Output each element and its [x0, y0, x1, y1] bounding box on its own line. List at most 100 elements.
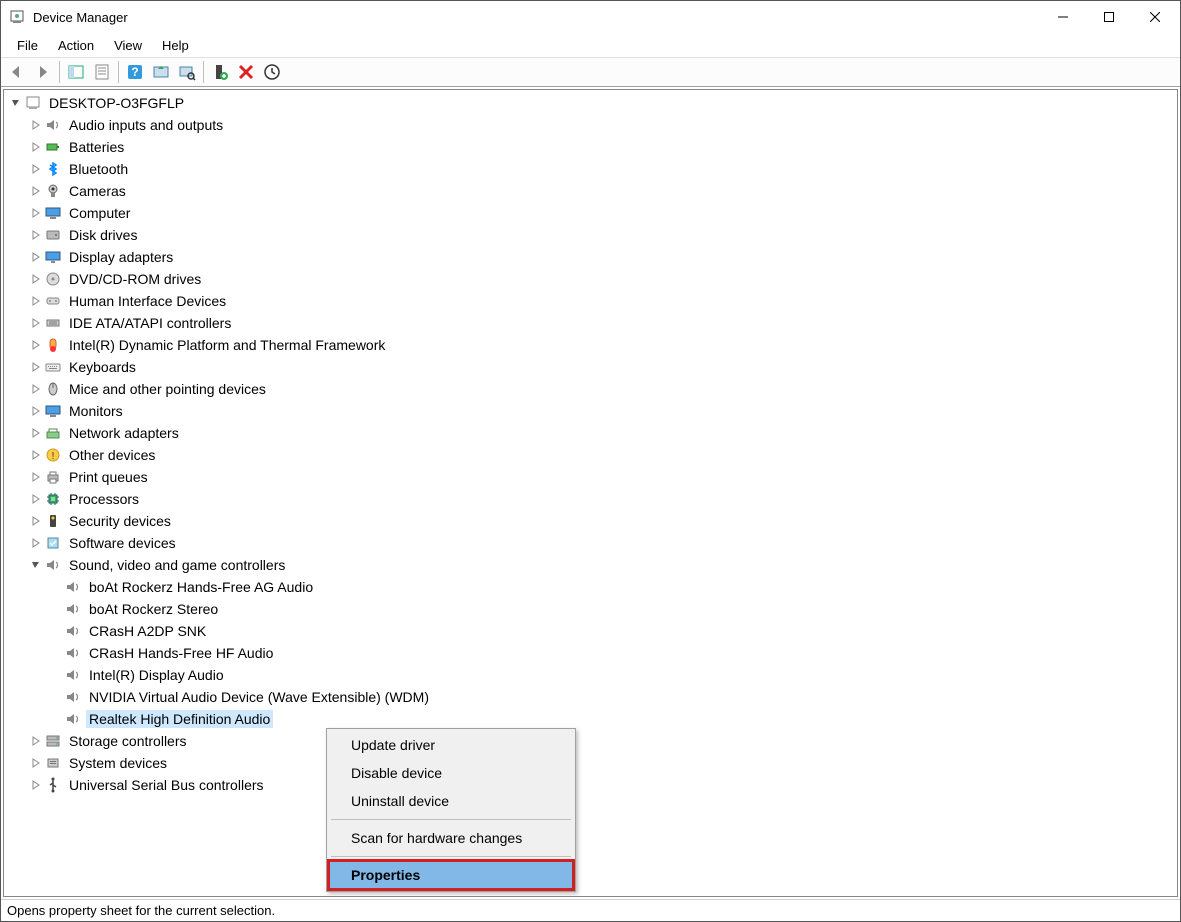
expander-closed-icon[interactable]: [28, 205, 44, 221]
tree-category[interactable]: IDE ATA/ATAPI controllers: [4, 312, 1177, 334]
tree-device[interactable]: boAt Rockerz Stereo: [4, 598, 1177, 620]
expander-closed-icon[interactable]: [28, 381, 44, 397]
tree-category[interactable]: Monitors: [4, 400, 1177, 422]
context-menu-item-properties[interactable]: Properties: [329, 861, 573, 889]
expander-closed-icon[interactable]: [28, 733, 44, 749]
tree-category[interactable]: Batteries: [4, 136, 1177, 158]
expander-open-icon[interactable]: [8, 95, 24, 111]
expander-closed-icon[interactable]: [28, 183, 44, 199]
toolbar-help-button[interactable]: ?: [123, 60, 147, 84]
tree-label: Intel(R) Dynamic Platform and Thermal Fr…: [66, 336, 388, 354]
context-menu-item[interactable]: Update driver: [329, 731, 573, 759]
tree-category[interactable]: System devices: [4, 752, 1177, 774]
context-menu-item[interactable]: Uninstall device: [329, 787, 573, 815]
tree-label: NVIDIA Virtual Audio Device (Wave Extens…: [86, 688, 432, 706]
expander-open-icon[interactable]: [28, 557, 44, 573]
tree-category[interactable]: Security devices: [4, 510, 1177, 532]
minimize-button[interactable]: [1040, 2, 1086, 32]
expander-closed-icon[interactable]: [28, 359, 44, 375]
pc-icon: [24, 94, 42, 112]
expander-closed-icon[interactable]: [28, 249, 44, 265]
tree-label: System devices: [66, 754, 170, 772]
expander-closed-icon[interactable]: [28, 315, 44, 331]
expander-closed-icon[interactable]: [28, 777, 44, 793]
menu-view[interactable]: View: [104, 36, 152, 55]
maximize-button[interactable]: [1086, 2, 1132, 32]
tree-category[interactable]: Display adapters: [4, 246, 1177, 268]
menu-file[interactable]: File: [7, 36, 48, 55]
expander-closed-icon[interactable]: [28, 513, 44, 529]
context-menu-item[interactable]: Disable device: [329, 759, 573, 787]
device-tree-pane[interactable]: DESKTOP-O3FGFLPAudio inputs and outputsB…: [3, 89, 1178, 897]
tree-category[interactable]: Audio inputs and outputs: [4, 114, 1177, 136]
tree-category[interactable]: Print queues: [4, 466, 1177, 488]
tree-category-sound[interactable]: Sound, video and game controllers: [4, 554, 1177, 576]
expander-closed-icon[interactable]: [28, 337, 44, 353]
audio-icon: [64, 600, 82, 618]
toolbar-forward-button[interactable]: [31, 60, 55, 84]
audio-icon: [64, 666, 82, 684]
tree-category[interactable]: Bluetooth: [4, 158, 1177, 180]
tree-category[interactable]: Intel(R) Dynamic Platform and Thermal Fr…: [4, 334, 1177, 356]
tree-category[interactable]: DVD/CD-ROM drives: [4, 268, 1177, 290]
expander-closed-icon[interactable]: [28, 491, 44, 507]
keyboard-icon: [44, 358, 62, 376]
expander-closed-icon[interactable]: [28, 535, 44, 551]
expander-closed-icon[interactable]: [28, 447, 44, 463]
bluetooth-icon: [44, 160, 62, 178]
audio-icon: [64, 688, 82, 706]
expander-closed-icon[interactable]: [28, 403, 44, 419]
toolbar-add-driver-button[interactable]: [208, 60, 232, 84]
monitor-icon: [44, 402, 62, 420]
audio-icon: [64, 710, 82, 728]
svg-text:?: ?: [131, 65, 138, 79]
security-icon: [44, 512, 62, 530]
menu-bar: File Action View Help: [1, 33, 1180, 57]
context-menu-item[interactable]: Scan for hardware changes: [329, 824, 573, 852]
toolbar-show-hide-tree-button[interactable]: [64, 60, 88, 84]
toolbar-enable-disable-button[interactable]: [260, 60, 284, 84]
tree-category[interactable]: Cameras: [4, 180, 1177, 202]
expander-closed-icon[interactable]: [28, 755, 44, 771]
tree-category[interactable]: Storage controllers: [4, 730, 1177, 752]
printer-icon: [44, 468, 62, 486]
expander-closed-icon[interactable]: [28, 117, 44, 133]
expander-closed-icon[interactable]: [28, 469, 44, 485]
tree-device[interactable]: NVIDIA Virtual Audio Device (Wave Extens…: [4, 686, 1177, 708]
toolbar-uninstall-button[interactable]: [234, 60, 258, 84]
expander-closed-icon[interactable]: [28, 293, 44, 309]
expander-closed-icon[interactable]: [28, 139, 44, 155]
menu-help[interactable]: Help: [152, 36, 199, 55]
expander-closed-icon[interactable]: [28, 227, 44, 243]
tree-category[interactable]: Processors: [4, 488, 1177, 510]
tree-category[interactable]: Human Interface Devices: [4, 290, 1177, 312]
tree-label: Bluetooth: [66, 160, 131, 178]
tree-category[interactable]: Universal Serial Bus controllers: [4, 774, 1177, 796]
tree-device[interactable]: Intel(R) Display Audio: [4, 664, 1177, 686]
tree-label: CRasH Hands-Free HF Audio: [86, 644, 276, 662]
tree-label: Security devices: [66, 512, 174, 530]
tree-device[interactable]: Realtek High Definition Audio: [4, 708, 1177, 730]
close-button[interactable]: [1132, 2, 1178, 32]
expander-closed-icon[interactable]: [28, 161, 44, 177]
tree-category[interactable]: Disk drives: [4, 224, 1177, 246]
tree-device[interactable]: boAt Rockerz Hands-Free AG Audio: [4, 576, 1177, 598]
expander-closed-icon[interactable]: [28, 425, 44, 441]
tree-category[interactable]: Keyboards: [4, 356, 1177, 378]
toolbar-back-button[interactable]: [5, 60, 29, 84]
tree-device[interactable]: CRasH Hands-Free HF Audio: [4, 642, 1177, 664]
tree-root[interactable]: DESKTOP-O3FGFLP: [4, 92, 1177, 114]
toolbar-scan-button[interactable]: [175, 60, 199, 84]
menu-action[interactable]: Action: [48, 36, 104, 55]
expander-closed-icon[interactable]: [28, 271, 44, 287]
tree-category[interactable]: Software devices: [4, 532, 1177, 554]
tree-category[interactable]: Network adapters: [4, 422, 1177, 444]
tree-device[interactable]: CRasH A2DP SNK: [4, 620, 1177, 642]
tree-category[interactable]: !Other devices: [4, 444, 1177, 466]
audio-icon: [44, 116, 62, 134]
toolbar-update-driver-button[interactable]: [149, 60, 173, 84]
tree-category[interactable]: Mice and other pointing devices: [4, 378, 1177, 400]
toolbar-properties-button[interactable]: [90, 60, 114, 84]
tree-category[interactable]: Computer: [4, 202, 1177, 224]
tree-label: boAt Rockerz Stereo: [86, 600, 221, 618]
